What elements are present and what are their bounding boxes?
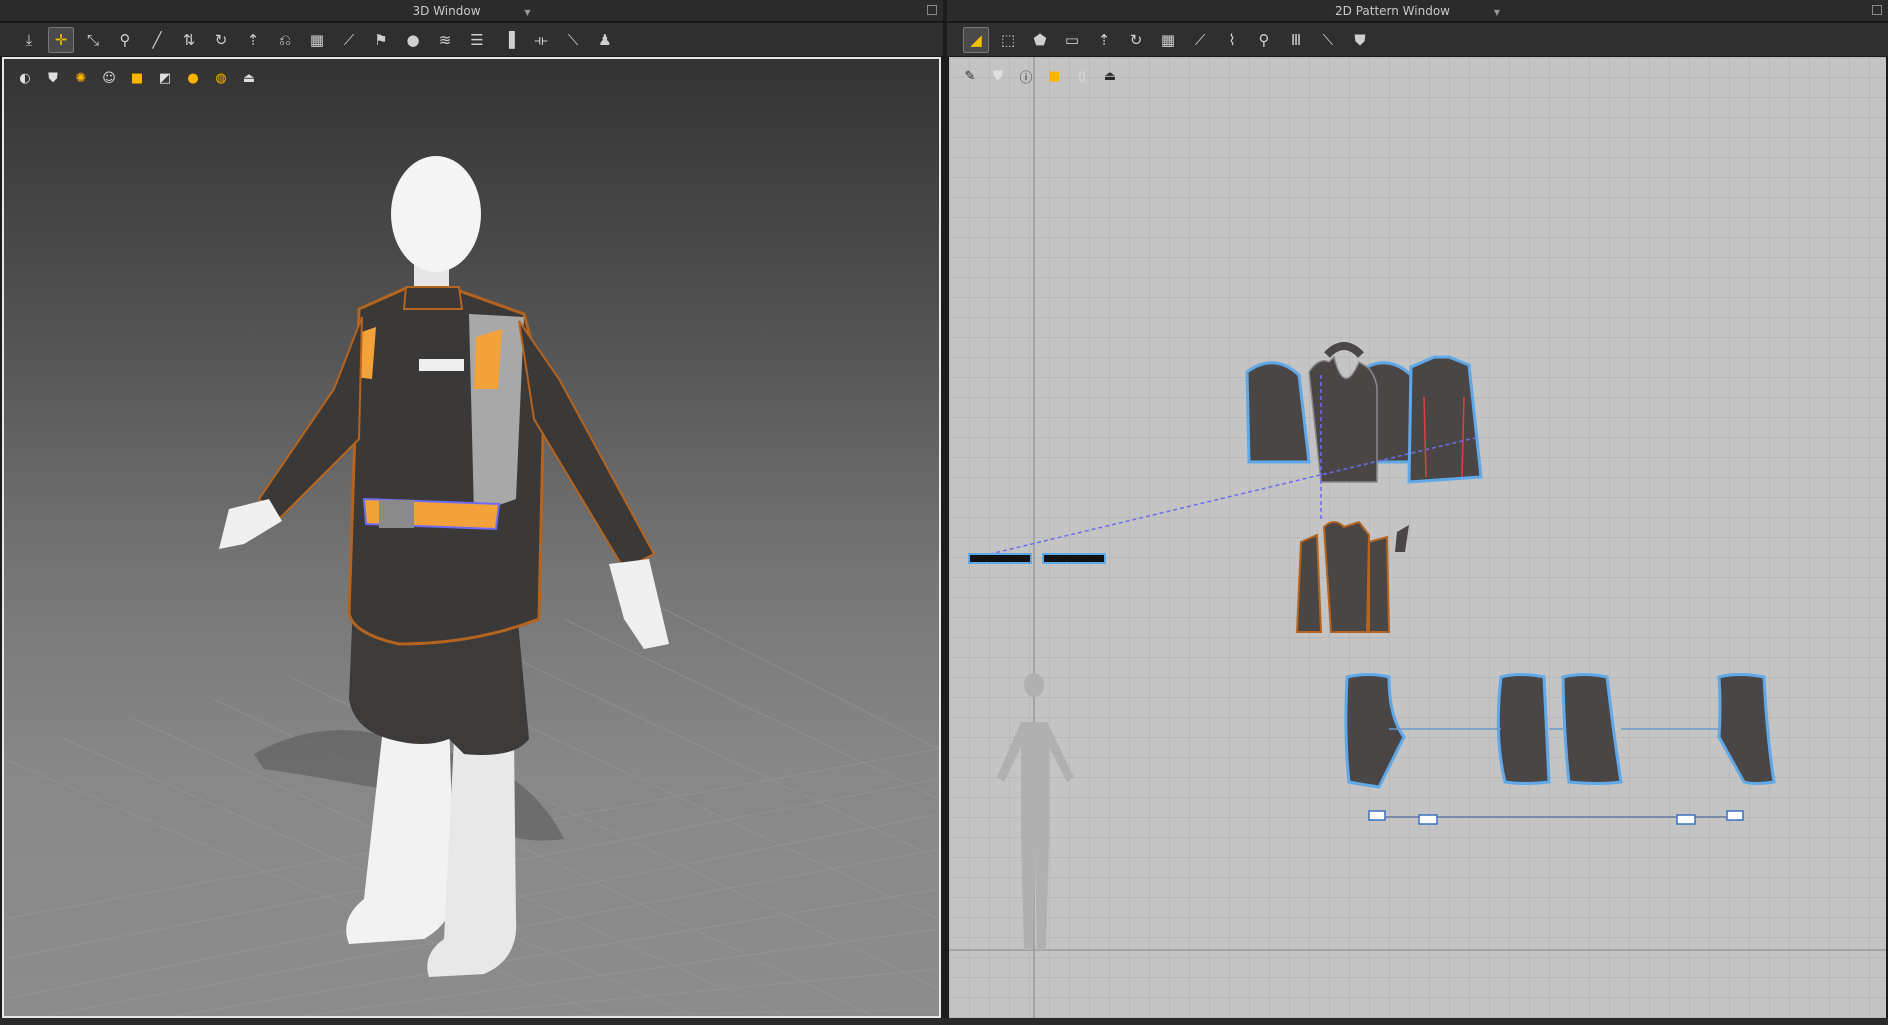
status-strip — [0, 1018, 1888, 1025]
select-move-icon[interactable]: ✛ — [48, 26, 74, 53]
seam-icon[interactable]: ⌇ — [1219, 27, 1245, 53]
pattern-pant-2 — [1496, 673, 1551, 785]
transform-pattern-icon[interactable]: ◢ — [963, 26, 989, 53]
pattern-panel-c — [1368, 535, 1391, 633]
belt-buckle — [379, 500, 414, 528]
pattern-sleeve-left — [1245, 361, 1311, 464]
waistband-tab-1 — [1368, 810, 1386, 821]
pattern-belt-right — [1042, 553, 1106, 564]
clo3d-app: 3D Window ▼ ⤓ ✛ ⤡ ⚲ ╱ ⇅ ↻ ⇡ ⎌ ▦ ⟋ ⚑ ● ≋ … — [0, 0, 1888, 1025]
stack-icon[interactable]: ☰ — [464, 27, 490, 53]
multi-seam-icon[interactable]: Ⅲ — [1283, 27, 1309, 53]
point-icon[interactable]: ● — [400, 27, 426, 53]
measure-icon[interactable]: ⟍ — [560, 27, 586, 53]
waistband-tab-2 — [1418, 814, 1438, 825]
pattern-pant-1 — [1344, 673, 1406, 789]
pattern-pant-4 — [1717, 673, 1776, 785]
shoulder-patch-right — [474, 329, 502, 389]
move-down-icon[interactable]: ⤓ — [16, 27, 42, 53]
3d-toolbar: ⤓ ✛ ⤡ ⚲ ╱ ⇅ ↻ ⇡ ⎌ ▦ ⟋ ⚑ ● ≋ ☰ ▐ ⟛ ⟍ ♟ — [0, 23, 943, 57]
avatar-silhouette — [997, 673, 1074, 950]
2d-window-titlebar: 2D Pattern Window ▼ — [947, 0, 1888, 22]
chest-badge — [419, 359, 464, 371]
tack-fold-icon[interactable]: ⎌ — [272, 27, 298, 53]
left-sleeve — [257, 316, 363, 521]
rotate-icon[interactable]: ↻ — [208, 27, 234, 53]
pattern-back — [1407, 355, 1483, 484]
select-mesh-icon[interactable]: ⤡ — [80, 27, 106, 53]
3d-window-title: 3D Window — [412, 4, 481, 18]
grid-icon[interactable]: ▦ — [1155, 27, 1181, 53]
align-icon[interactable]: ▐ — [496, 27, 522, 53]
chevron-down-icon[interactable]: ▼ — [1494, 2, 1500, 24]
jacket-collar — [402, 286, 464, 310]
fold-icon[interactable]: ⇅ — [176, 27, 202, 53]
grid-icon[interactable]: ▦ — [304, 27, 330, 53]
waistband-tab-3 — [1676, 814, 1696, 825]
pattern-tab — [1395, 525, 1409, 552]
rectangle-icon[interactable]: ▭ — [1059, 27, 1085, 53]
pattern-panel-b — [1322, 520, 1371, 633]
garment-icon[interactable]: ⛊ — [1347, 27, 1373, 53]
2d-toolbar: ◢ ⬚ ⬟ ▭ ⇡ ↻ ▦ ⟋ ⌇ ⚲ Ⅲ ⟍ ⛊ — [947, 23, 1888, 57]
2d-pattern-window-panel: 2D Pattern Window ▼ ◢ ⬚ ⬟ ▭ ⇡ ↻ ▦ ⟋ ⌇ ⚲ … — [947, 0, 1888, 1025]
pin-icon[interactable]: ⚑ — [368, 27, 394, 53]
sewing-icon[interactable]: ⟋ — [1187, 27, 1213, 53]
pattern-pant-3 — [1561, 673, 1623, 785]
pattern-panel-a — [1295, 533, 1323, 633]
measure-icon[interactable]: ⟍ — [1315, 27, 1341, 53]
left-hand — [219, 499, 282, 549]
trim-icon[interactable]: ⟛ — [528, 27, 554, 53]
edge-icon[interactable]: ⟋ — [336, 27, 362, 53]
avatar-pose-icon[interactable]: ♟ — [592, 27, 618, 53]
tack-icon[interactable]: ⇡ — [240, 27, 266, 53]
chevron-down-icon[interactable]: ▼ — [524, 2, 530, 24]
internal-line-icon[interactable]: ⇡ — [1091, 27, 1117, 53]
edit-point-icon[interactable]: ⬚ — [995, 27, 1021, 53]
pattern-canvas — [949, 57, 1886, 1018]
avatar-head — [391, 156, 481, 272]
pattern-belt-left — [968, 553, 1032, 564]
polygon-icon[interactable]: ⬟ — [1027, 27, 1053, 53]
popout-icon[interactable] — [927, 5, 937, 15]
2d-window-title: 2D Pattern Window — [1335, 4, 1450, 18]
3d-scene — [4, 156, 939, 1016]
right-hand — [609, 559, 669, 649]
3d-window-panel: 3D Window ▼ ⤓ ✛ ⤡ ⚲ ╱ ⇅ ↻ ⇡ ⎌ ▦ ⟋ ⚑ ● ≋ … — [0, 0, 943, 1025]
garment-pin-icon[interactable]: ⚲ — [112, 27, 138, 53]
2d-pattern-viewport[interactable]: ✎ ⛊ ⓘ ■ ▯ ⏏ — [949, 57, 1886, 1018]
pile-icon[interactable]: ≋ — [432, 27, 458, 53]
tack-icon[interactable]: ⚲ — [1251, 27, 1277, 53]
rotate-icon[interactable]: ↻ — [1123, 27, 1149, 53]
pattern-collar — [1324, 342, 1364, 358]
3d-viewport[interactable]: ◐ ⛊ ✺ ☺ ■ ◩ ● ◍ ⏏ — [2, 57, 941, 1018]
3d-window-titlebar: 3D Window ▼ — [0, 0, 943, 22]
line-tool-icon[interactable]: ╱ — [144, 27, 170, 53]
popout-icon[interactable] — [1872, 5, 1882, 15]
waistband-tab-4 — [1726, 810, 1744, 821]
